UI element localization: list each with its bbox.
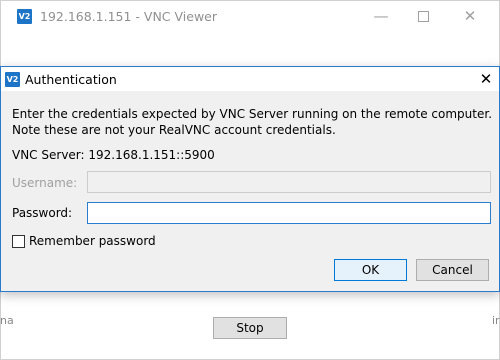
vnc-logo-icon: V2 xyxy=(17,9,32,24)
background-text-fragment-right: ir xyxy=(492,314,500,327)
username-input xyxy=(87,171,491,193)
background-text-fragment-left: na xyxy=(0,314,14,327)
vnc-viewer-titlebar: V2 192.168.1.151 - VNC Viewer — ✕ xyxy=(1,1,500,31)
remember-password-option[interactable]: Remember password xyxy=(12,234,156,248)
remember-password-checkbox[interactable] xyxy=(12,234,25,248)
dialog-titlebar: V2 Authentication ✕ xyxy=(1,67,499,91)
close-icon[interactable]: ✕ xyxy=(456,5,484,27)
authentication-dialog: V2 Authentication ✕ Enter the credential… xyxy=(0,66,500,292)
ok-button[interactable]: OK xyxy=(334,259,407,281)
vnc-server-address: 192.168.1.151::5900 xyxy=(88,148,215,162)
remember-password-label[interactable]: Remember password xyxy=(29,234,156,248)
vnc-viewer-title: 192.168.1.151 - VNC Viewer xyxy=(40,9,218,24)
username-label: Username: xyxy=(12,176,78,190)
minimize-icon[interactable]: — xyxy=(367,5,395,27)
maximize-icon[interactable] xyxy=(409,5,437,27)
password-input[interactable] xyxy=(87,202,491,224)
stop-button[interactable]: Stop xyxy=(213,317,287,339)
description-line-1: Enter the credentials expected by VNC Se… xyxy=(12,107,493,121)
password-label: Password: xyxy=(12,206,73,220)
vnc-server-label: VNC Server: xyxy=(12,148,85,162)
close-icon[interactable]: ✕ xyxy=(475,69,497,89)
cancel-button[interactable]: Cancel xyxy=(416,259,489,281)
description-line-2: Note these are not your RealVNC account … xyxy=(12,123,336,137)
vnc-logo-icon: V2 xyxy=(5,72,20,87)
dialog-title: Authentication xyxy=(25,72,117,87)
vnc-server-info: VNC Server: 192.168.1.151::5900 xyxy=(12,148,215,162)
